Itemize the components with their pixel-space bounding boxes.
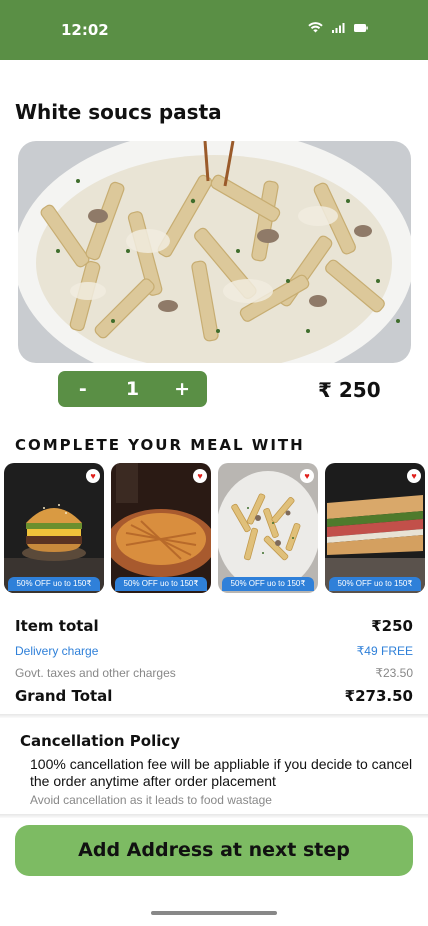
taxes-value: ₹23.50 — [375, 666, 413, 680]
favorite-heart-icon[interactable]: ♥ — [407, 469, 421, 483]
pie-image — [111, 463, 211, 593]
cancellation-policy-note: Avoid cancellation as it leads to food w… — [30, 793, 272, 807]
status-time: 12:02 — [61, 21, 109, 39]
item-total-row: Item total ₹250 — [15, 617, 413, 635]
cancellation-policy-text: 100% cancellation fee will be appliable … — [30, 756, 413, 789]
status-icons — [308, 22, 368, 33]
delivery-charge-label: Delivery charge — [15, 644, 99, 658]
favorite-heart-icon[interactable]: ♥ — [86, 469, 100, 483]
burger-image — [4, 463, 104, 593]
home-indicator — [151, 911, 277, 915]
page-title: White soucs pasta — [15, 100, 222, 124]
meal-card-pasta[interactable]: ♥ 50% OFF uo to 150₹ — [218, 463, 318, 593]
grand-total-row: Grand Total ₹273.50 — [15, 687, 413, 705]
sandwich-image — [325, 463, 425, 593]
taxes-row: Govt. taxes and other charges ₹23.50 — [15, 666, 413, 680]
grand-total-value: ₹273.50 — [344, 687, 413, 705]
increment-button[interactable]: + — [167, 378, 197, 400]
battery-icon — [354, 23, 368, 32]
item-total-value: ₹250 — [371, 617, 413, 635]
offer-badge: 50% OFF uo to 150₹ — [329, 577, 421, 591]
signal-icon — [332, 22, 345, 33]
complete-meal-carousel[interactable]: ♥ 50% OFF uo to 150₹ ♥ 50% OFF uo to 150… — [4, 463, 428, 593]
wifi-icon — [308, 22, 323, 33]
add-address-button[interactable]: Add Address at next step — [15, 825, 413, 876]
offer-badge: 50% OFF uo to 150₹ — [8, 577, 100, 591]
meal-card-pie[interactable]: ♥ 50% OFF uo to 150₹ — [111, 463, 211, 593]
quantity-stepper: - 1 + — [58, 371, 207, 407]
meal-card-sandwich[interactable]: ♥ 50% OFF uo to 150₹ — [325, 463, 425, 593]
decrement-button[interactable]: - — [68, 378, 98, 400]
offer-badge: 50% OFF uo to 150₹ — [115, 577, 207, 591]
favorite-heart-icon[interactable]: ♥ — [300, 469, 314, 483]
meal-card-burger[interactable]: ♥ 50% OFF uo to 150₹ — [4, 463, 104, 593]
taxes-label: Govt. taxes and other charges — [15, 666, 176, 680]
section-divider — [0, 714, 428, 718]
delivery-charge-row: Delivery charge ₹49 FREE — [15, 644, 413, 658]
product-price: ₹ 250 — [318, 378, 381, 402]
section-divider — [0, 814, 428, 818]
favorite-heart-icon[interactable]: ♥ — [193, 469, 207, 483]
cancellation-policy-title: Cancellation Policy — [20, 732, 181, 750]
product-image — [18, 141, 411, 363]
grand-total-label: Grand Total — [15, 687, 113, 705]
pasta-image — [218, 463, 318, 593]
quantity-value: 1 — [125, 378, 140, 400]
item-total-label: Item total — [15, 617, 99, 635]
offer-badge: 50% OFF uo to 150₹ — [222, 577, 314, 591]
status-bar: 12:02 — [0, 0, 428, 60]
delivery-charge-value: ₹49 FREE — [356, 644, 413, 658]
complete-meal-heading: COMPLETE YOUR MEAL WITH — [15, 436, 305, 454]
